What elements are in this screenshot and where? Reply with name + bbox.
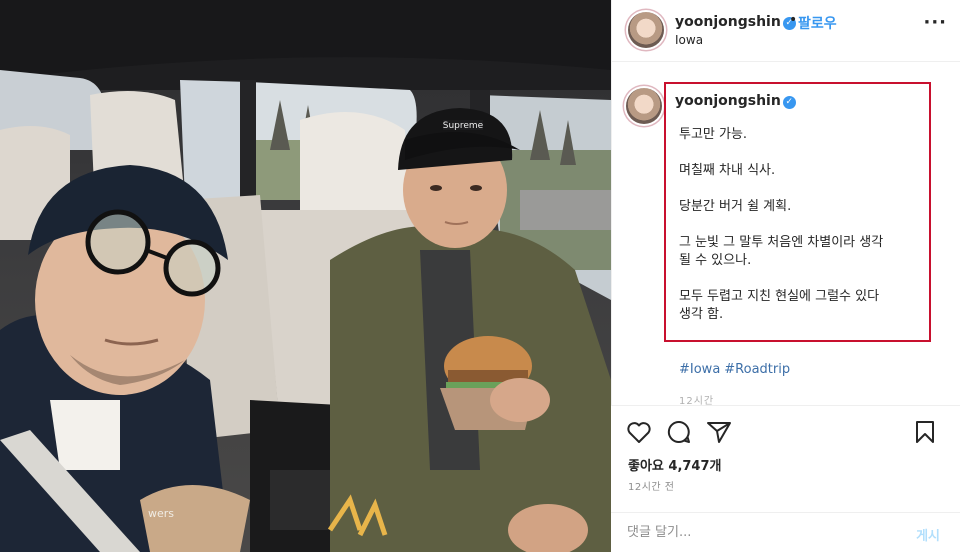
posted-time: 12시간 전	[628, 482, 675, 493]
more-options-icon[interactable]: ···	[923, 12, 947, 33]
caption-line: 며칠째 차내 식사.	[679, 163, 776, 178]
caption-line: 그 눈빛 그 말투 처음엔 차별이라 생각 될 수 있으나.	[679, 235, 884, 268]
cap-logo: Supreme	[443, 121, 484, 131]
share-icon[interactable]	[705, 418, 733, 446]
post-header: yoonjongshin ✓ • 팔로우 Iowa ···	[612, 0, 960, 62]
caption-username-row[interactable]: yoonjongshin ✓	[675, 93, 796, 109]
separator-dot: •	[789, 12, 798, 28]
comment-icon[interactable]	[665, 418, 693, 446]
avatar[interactable]	[628, 12, 664, 48]
verified-icon: ✓	[782, 96, 796, 109]
post-actions: 좋아요 4,747개 12시간 전 게시	[611, 405, 960, 552]
caption-line: 모두 두렵고 지친 현실에 그럴수 있다 생각 함.	[679, 289, 880, 322]
post-comment-button[interactable]: 게시	[916, 525, 940, 544]
follow-button[interactable]: 팔로우	[798, 13, 837, 33]
hashtag-link[interactable]: #Roadtrip	[724, 362, 790, 377]
likes-count[interactable]: 좋아요 4,747개	[628, 455, 722, 474]
comment-bar: 게시	[611, 512, 960, 552]
photo-illustration: Supreme wers	[0, 0, 611, 552]
bookmark-icon[interactable]	[911, 418, 939, 446]
caption-text: 투고만 가능. 며칠째 차내 식사. 당분간 버거 쉴 계획. 그 눈빛 그 말…	[679, 126, 925, 342]
caption-avatar[interactable]	[626, 88, 662, 124]
heart-icon[interactable]	[625, 418, 653, 446]
post-photo[interactable]: Supreme wers	[0, 0, 611, 552]
caption-username[interactable]: yoonjongshin	[675, 93, 781, 109]
hashtag-link[interactable]: #Iowa	[679, 362, 720, 377]
hashtag-list: #Iowa #Roadtrip	[679, 362, 794, 377]
header-username[interactable]: yoonjongshin	[675, 14, 781, 30]
location-link[interactable]: Iowa	[675, 33, 703, 47]
comment-input[interactable]	[627, 525, 887, 540]
shirt-text: wers	[148, 507, 174, 520]
caption-line: 투고만 가능.	[679, 127, 748, 142]
header-username-row[interactable]: yoonjongshin ✓	[675, 14, 796, 30]
caption-line: 당분간 버거 쉴 계획.	[679, 199, 792, 214]
